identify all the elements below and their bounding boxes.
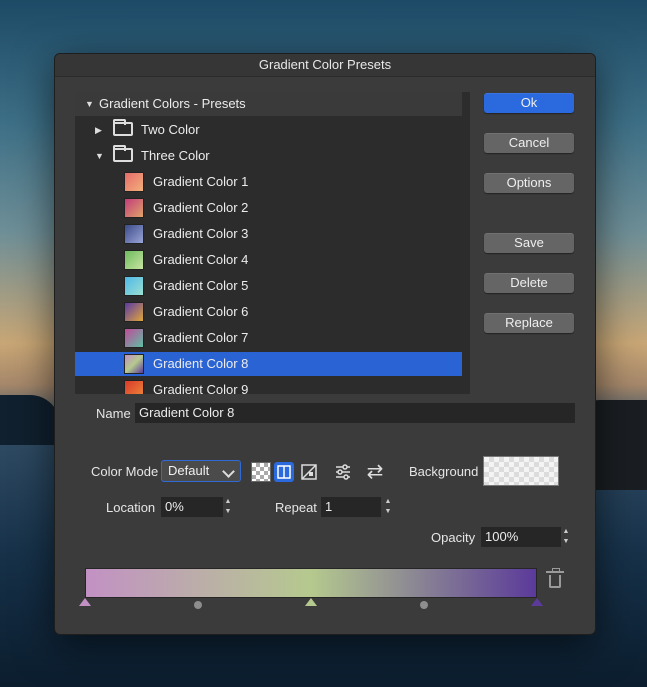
- location-field[interactable]: 0%: [161, 497, 223, 517]
- gradient-swatch-icon: [124, 198, 144, 218]
- linear-gradient-icon: [277, 465, 291, 479]
- preset-tree[interactable]: ▼ Gradient Colors - Presets ▶ Two Color …: [75, 92, 470, 394]
- gradient-swatch-icon: [124, 172, 144, 192]
- preset-item[interactable]: Gradient Color 3: [75, 222, 462, 246]
- gradient-swatch-icon: [124, 380, 144, 394]
- location-label: Location: [106, 500, 156, 515]
- preset-item[interactable]: Gradient Color 8: [75, 352, 462, 376]
- name-field[interactable]: Gradient Color 8: [135, 403, 575, 423]
- gradient-swatch-icon: [124, 250, 144, 270]
- gradient-swatch-icon: [124, 328, 144, 348]
- gradient-stop-handle[interactable]: [531, 598, 543, 606]
- trash-icon[interactable]: [546, 568, 564, 588]
- stepper-up-icon[interactable]: ▲: [559, 527, 573, 537]
- opacity-field[interactable]: 100%: [481, 527, 561, 547]
- delete-button[interactable]: Delete: [484, 273, 574, 293]
- preset-item-label: Gradient Color 8: [153, 356, 249, 371]
- location-stepper[interactable]: ▲ ▼: [221, 497, 235, 517]
- tree-folder-two-color[interactable]: ▶ Two Color: [75, 118, 462, 142]
- radial-mode-icon[interactable]: [299, 462, 319, 482]
- preset-item[interactable]: Gradient Color 5: [75, 274, 462, 298]
- preset-item-label: Gradient Color 6: [153, 304, 249, 319]
- name-label: Name: [96, 406, 131, 421]
- dialog-title: Gradient Color Presets: [55, 54, 595, 77]
- disclosure-expanded-icon[interactable]: ▼: [95, 144, 104, 168]
- gradient-stop-handle[interactable]: [305, 598, 317, 606]
- disclosure-collapsed-icon[interactable]: ▶: [95, 118, 102, 142]
- gradient-swatch-icon: [124, 302, 144, 322]
- preset-item-label: Gradient Color 7: [153, 330, 249, 345]
- preset-item-label: Gradient Color 5: [153, 278, 249, 293]
- gradient-stop-handle[interactable]: [79, 598, 91, 606]
- color-mode-value: Default: [168, 463, 210, 478]
- preset-item-label: Gradient Color 9: [153, 382, 249, 394]
- adjust-sliders-icon: [336, 464, 350, 480]
- ok-button[interactable]: Ok: [484, 93, 574, 113]
- color-mode-label: Color Mode: [91, 464, 159, 479]
- background-label: Background: [409, 464, 479, 479]
- background-rock: [0, 395, 60, 445]
- preset-item-label: Gradient Color 3: [153, 226, 249, 241]
- tree-root-label: Gradient Colors - Presets: [99, 96, 246, 111]
- folder-icon: [113, 119, 133, 136]
- gradient-midpoint-handle[interactable]: [194, 601, 202, 609]
- preset-item[interactable]: Gradient Color 6: [75, 300, 462, 324]
- folder-label: Two Color: [141, 122, 200, 137]
- tree-root[interactable]: ▼ Gradient Colors - Presets: [75, 92, 462, 116]
- preset-item[interactable]: Gradient Color 7: [75, 326, 462, 350]
- cancel-button[interactable]: Cancel: [484, 133, 574, 153]
- preset-item-label: Gradient Color 1: [153, 174, 249, 189]
- color-mode-select[interactable]: Default: [161, 460, 241, 482]
- gradient-preview-bar[interactable]: [85, 568, 537, 598]
- preset-item[interactable]: Gradient Color 1: [75, 170, 462, 194]
- preset-item-label: Gradient Color 4: [153, 252, 249, 267]
- stepper-up-icon[interactable]: ▲: [221, 497, 235, 507]
- opacity-stepper[interactable]: ▲ ▼: [559, 527, 573, 547]
- stepper-down-icon[interactable]: ▼: [381, 507, 395, 517]
- background-color-well[interactable]: [483, 456, 559, 486]
- preset-item[interactable]: Gradient Color 9: [75, 378, 462, 394]
- swap-icon[interactable]: ⇄: [363, 462, 387, 482]
- save-button[interactable]: Save: [484, 233, 574, 253]
- chevron-down-icon: [222, 465, 235, 478]
- stepper-up-icon[interactable]: ▲: [381, 497, 395, 507]
- repeat-field[interactable]: 1: [321, 497, 381, 517]
- gradient-presets-dialog: Gradient Color Presets ▼ Gradient Colors…: [54, 53, 596, 635]
- transparency-mode-icon[interactable]: [251, 462, 271, 482]
- gradient-midpoint-handle[interactable]: [420, 601, 428, 609]
- opacity-label: Opacity: [431, 530, 476, 545]
- gradient-swatch-icon: [124, 224, 144, 244]
- folder-icon: [113, 145, 133, 162]
- gradient-swatch-icon: [124, 276, 144, 296]
- stepper-down-icon[interactable]: ▼: [221, 507, 235, 517]
- tree-folder-three-color[interactable]: ▼ Three Color: [75, 144, 462, 168]
- gradient-swatch-icon: [124, 354, 144, 374]
- grid-gradient-icon: [301, 464, 317, 480]
- folder-label: Three Color: [141, 148, 210, 163]
- repeat-stepper[interactable]: ▲ ▼: [381, 497, 395, 517]
- preset-item[interactable]: Gradient Color 2: [75, 196, 462, 220]
- replace-button[interactable]: Replace: [484, 313, 574, 333]
- options-button[interactable]: Options: [484, 173, 574, 193]
- repeat-label: Repeat: [275, 500, 317, 515]
- disclosure-expanded-icon[interactable]: ▼: [85, 92, 94, 116]
- linear-mode-icon[interactable]: [274, 462, 294, 482]
- preset-item[interactable]: Gradient Color 4: [75, 248, 462, 272]
- sliders-icon[interactable]: [333, 462, 353, 482]
- stepper-down-icon[interactable]: ▼: [559, 537, 573, 547]
- preset-item-label: Gradient Color 2: [153, 200, 249, 215]
